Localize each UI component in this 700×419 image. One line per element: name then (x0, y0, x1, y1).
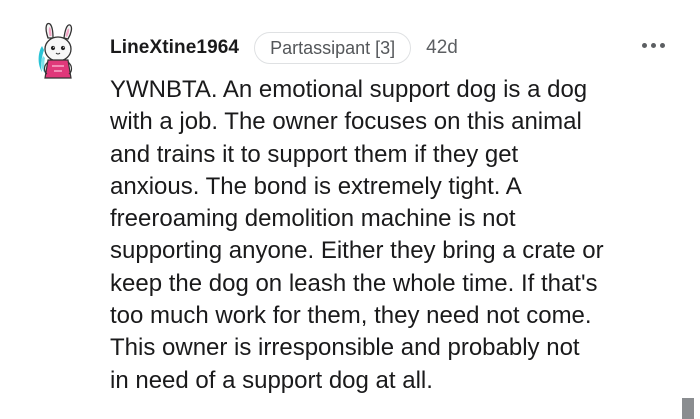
scrollbar-thumb[interactable] (682, 398, 694, 419)
more-options-button[interactable] (640, 41, 668, 51)
comment-body-line: in need of a support dog at all. (110, 366, 433, 394)
comment-body-line: This owner is irresponsible and probably… (110, 334, 580, 362)
comment-body-line: too much work for them, they need not co… (110, 302, 592, 330)
username-link[interactable]: LineXtine1964 (110, 37, 239, 59)
comment-body-line: and trains it to support them if they ge… (110, 140, 519, 168)
comment-body-line: YWNBTA. An emotional support dog is a do… (110, 76, 588, 103)
more-options-icon (642, 43, 647, 48)
comment-body-line: supporting anyone. Either they bring a c… (110, 237, 604, 265)
avatar[interactable] (34, 22, 84, 82)
comment-body-line: freeroaming demolition machine is not (110, 205, 516, 233)
bunny-avatar-icon (38, 22, 73, 79)
comment-age[interactable]: 42d (426, 37, 458, 59)
comment-body: YWNBTA. An emotional support dog is a do… (110, 74, 680, 397)
comment-body-line: keep the dog on leash the whole time. If… (110, 269, 598, 297)
user-flair-badge: Partassipant [3] (254, 32, 412, 64)
comment-body-line: anxious. The bond is extremely tight. A (110, 172, 522, 200)
comment-body-line: with a job. The owner focuses on this an… (110, 108, 582, 136)
comment-header: LineXtine1964 Partassipant [3] 42d (110, 31, 670, 65)
